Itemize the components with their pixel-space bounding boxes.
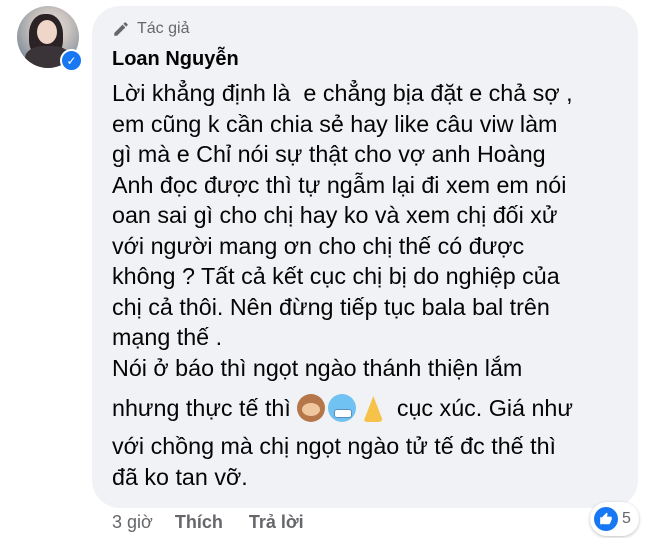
reaction-summary[interactable]: 5 (590, 502, 639, 536)
verified-check-icon: ✓ (60, 49, 83, 72)
comment-line-start: nhưng thực tế thì (112, 395, 291, 421)
author-name[interactable]: Loan Nguyễn (112, 48, 239, 71)
comment-line: mạng thế . (112, 324, 223, 350)
comment-line: chị cả thôi. Nên đừng tiếp tục bala bal … (112, 293, 550, 320)
see-no-evil-monkey-icon (297, 394, 326, 422)
like-button[interactable]: Thích (175, 512, 223, 533)
comment-line: không ? Tất cả kết cục chị bị do nghiệp … (112, 263, 560, 289)
comment-emoji-line: nhưng thực tế thì cục xúc. Giá như (112, 386, 632, 431)
comment-line-end: cục xúc. Giá như (390, 395, 573, 421)
thumbs-up-icon (594, 507, 618, 531)
comment-line: với chồng mà chị ngọt ngào tử tế đc thế … (112, 433, 557, 459)
comment-line: oan sai gì cho chị hay ko và xem chị đối… (112, 202, 558, 228)
comment-line: em cũng k cần chia sẻ hay like câu viw l… (112, 110, 558, 137)
comment-line: Nói ở báo thì ngọt ngào thánh thiện lắm (112, 354, 523, 381)
comment-line: đã ko tan vỡ. (112, 463, 248, 490)
comment-line: với người mang ơn cho chị thế có được (112, 232, 525, 259)
comment-line: Anh đọc được thì tự ngẫm lại đi xem em n… (112, 171, 567, 198)
comment-actions: 3 giờ Thích Trả lời (112, 512, 330, 533)
comment-line: Lời khẳng định là e chẳng bịa đặt e chả … (112, 80, 573, 106)
folded-hands-icon (359, 394, 387, 422)
author-badge: Tác giả (112, 18, 189, 40)
comment-text: Lời khẳng định là e chẳng bịa đặt e chả … (112, 78, 632, 492)
reply-button[interactable]: Trả lời (249, 512, 304, 533)
comment-timestamp[interactable]: 3 giờ (112, 512, 153, 533)
author-badge-label: Tác giả (137, 20, 190, 37)
pen-icon (114, 22, 128, 36)
comment-line: gì mà e Chỉ nói sự thật cho vợ anh Hoàng (112, 141, 546, 167)
avatar-face (37, 20, 57, 44)
cold-face-icon (328, 394, 357, 422)
reaction-count: 5 (622, 510, 631, 527)
